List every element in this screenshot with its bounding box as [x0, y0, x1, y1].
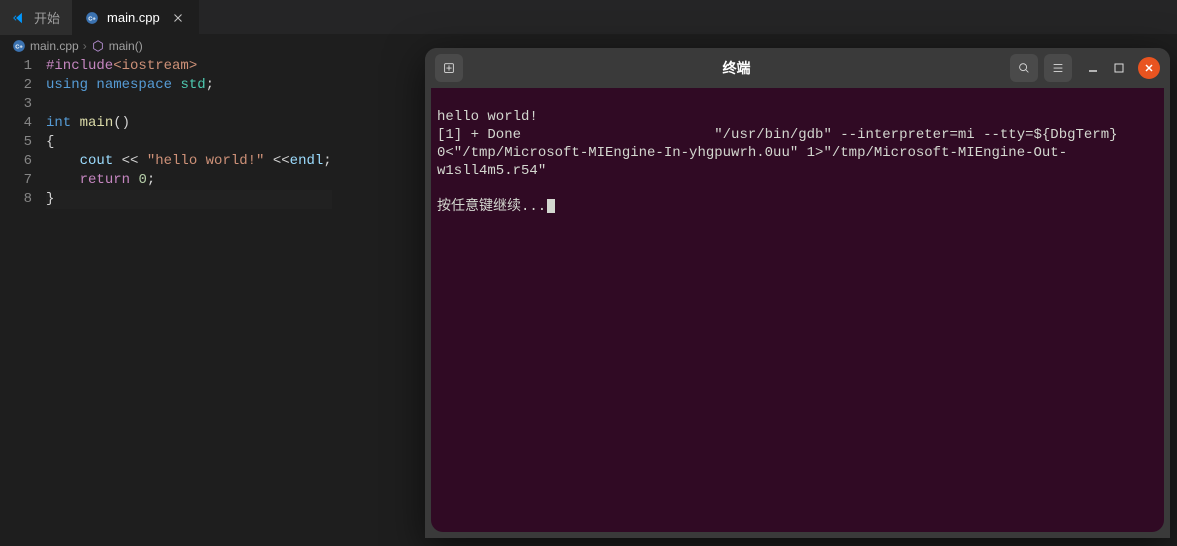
cpp-icon: C+	[12, 39, 26, 53]
terminal-prompt: 按任意键继续...	[437, 199, 546, 215]
cube-icon	[91, 39, 105, 53]
terminal-output-line: [1] + Done "/usr/bin/gdb" --interpreter=…	[437, 127, 1126, 179]
chevron-right-icon: ›	[83, 39, 87, 53]
svg-text:C+: C+	[88, 16, 96, 22]
svg-text:C+: C+	[15, 44, 23, 50]
search-button[interactable]	[1010, 54, 1038, 82]
breadcrumb-file: main.cpp	[30, 39, 79, 53]
menu-button[interactable]	[1044, 54, 1072, 82]
minimize-icon[interactable]	[1086, 61, 1100, 75]
tab-label: 开始	[34, 8, 60, 27]
terminal-titlebar[interactable]: 终端	[425, 48, 1170, 88]
close-icon[interactable]	[170, 10, 186, 26]
breadcrumb-symbol: main()	[109, 39, 143, 53]
new-tab-button[interactable]	[435, 54, 463, 82]
terminal-window: 终端 hello world! [1] + Done	[425, 48, 1170, 538]
tab-bar: 开始 C+ main.cpp	[0, 0, 1177, 35]
cpp-icon: C+	[85, 10, 101, 26]
tab-main-cpp[interactable]: C+ main.cpp	[73, 0, 199, 35]
cursor	[547, 199, 555, 213]
terminal-title: 终端	[469, 58, 1004, 78]
tab-label: main.cpp	[107, 10, 160, 25]
close-icon[interactable]	[1138, 57, 1160, 79]
terminal-body[interactable]: hello world! [1] + Done "/usr/bin/gdb" -…	[431, 88, 1164, 532]
line-gutter: 1 2 3 4 5 6 7 8	[0, 57, 46, 209]
tab-start[interactable]: 开始	[0, 0, 73, 35]
code-content[interactable]: #include<iostream> using namespace std; …	[46, 57, 332, 209]
maximize-icon[interactable]	[1112, 61, 1126, 75]
terminal-output-line: hello world!	[437, 109, 538, 125]
vscode-icon	[12, 10, 28, 26]
